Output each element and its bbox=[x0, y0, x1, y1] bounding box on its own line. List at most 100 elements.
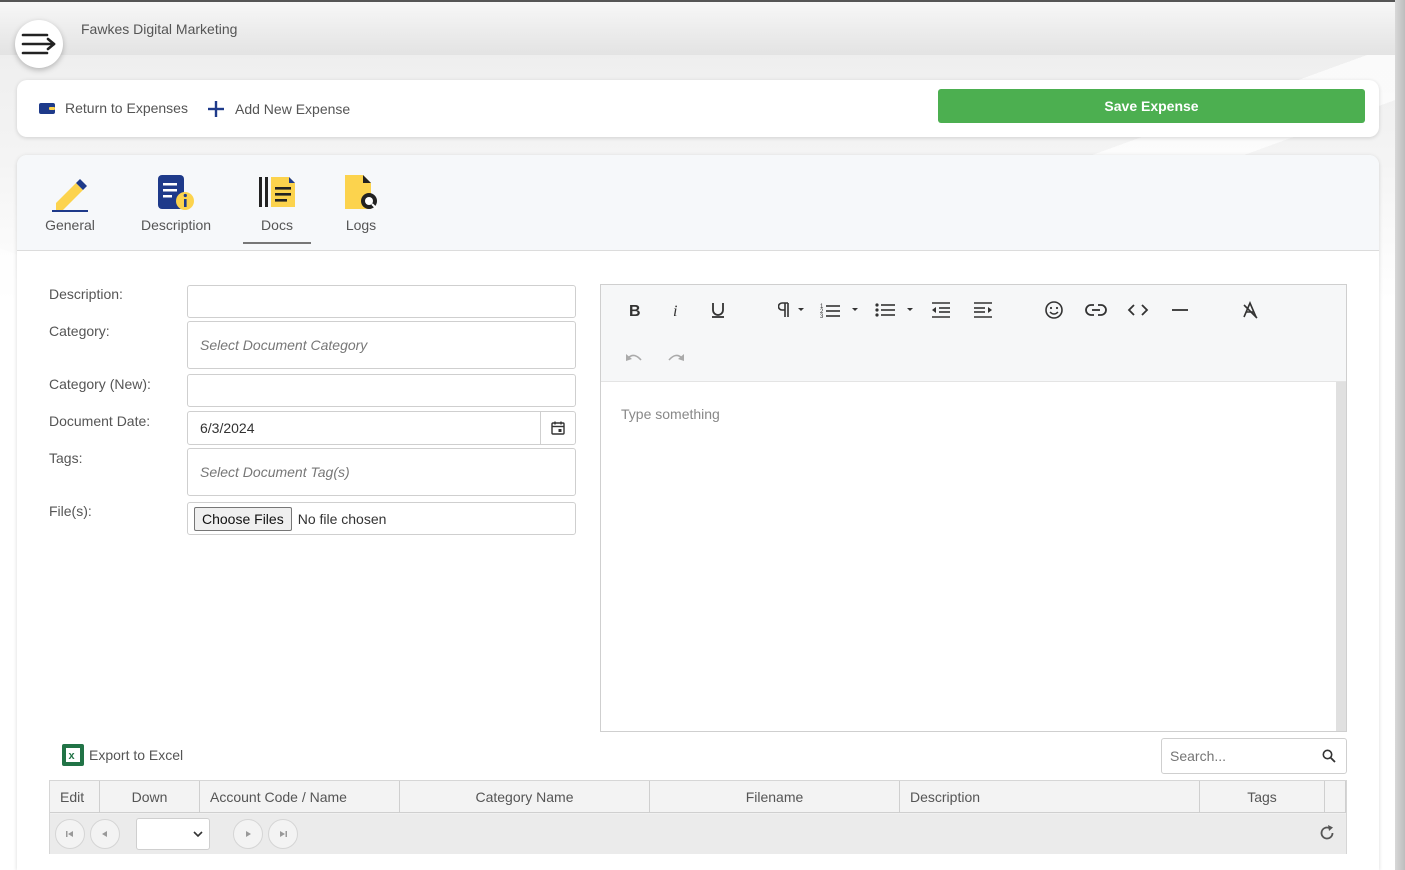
refresh-icon bbox=[1320, 825, 1334, 840]
plus-icon bbox=[208, 101, 224, 117]
bold-button[interactable]: B bbox=[619, 295, 649, 325]
calendar-icon bbox=[551, 421, 565, 435]
editor-placeholder: Type something bbox=[621, 406, 720, 422]
first-page-button[interactable] bbox=[55, 819, 85, 849]
svg-text:x: x bbox=[69, 750, 76, 762]
choose-files-button[interactable]: Choose Files bbox=[194, 506, 292, 531]
italic-button[interactable]: i bbox=[661, 295, 691, 325]
editor-content-area[interactable]: Type something bbox=[601, 382, 1336, 731]
horizontal-rule-button[interactable] bbox=[1165, 295, 1195, 325]
menu-arrow-icon bbox=[21, 33, 56, 55]
save-expense-button[interactable]: Save Expense bbox=[938, 89, 1365, 123]
search-icon[interactable] bbox=[1322, 749, 1336, 763]
grid-search-input[interactable] bbox=[1162, 739, 1322, 773]
undo-icon bbox=[626, 354, 642, 361]
tab-description[interactable]: Description bbox=[136, 172, 216, 244]
pencil-icon bbox=[52, 179, 88, 212]
tags-label: Tags: bbox=[49, 450, 83, 466]
underline-button[interactable] bbox=[703, 295, 733, 325]
file-input[interactable]: Choose Files No file chosen bbox=[187, 502, 576, 535]
return-to-expenses-label: Return to Expenses bbox=[65, 100, 188, 116]
underline-icon bbox=[712, 303, 724, 318]
undo-button[interactable] bbox=[619, 343, 649, 373]
tab-strip: General Description Docs Logs bbox=[17, 155, 1379, 251]
files-label: File(s): bbox=[49, 503, 92, 519]
chevron-down-icon bbox=[193, 831, 203, 838]
clear-format-button[interactable] bbox=[1235, 295, 1265, 325]
top-bar: Fawkes Digital Marketing bbox=[0, 0, 1405, 68]
tab-general-label: General bbox=[45, 217, 95, 233]
export-to-excel-button[interactable]: x Export to Excel bbox=[61, 743, 183, 767]
tab-docs[interactable]: Docs bbox=[243, 172, 311, 244]
link-button[interactable] bbox=[1081, 295, 1111, 325]
add-new-expense-link[interactable]: Add New Expense bbox=[207, 100, 350, 118]
bold-icon: B bbox=[629, 303, 641, 318]
paragraph-format-dropdown[interactable] bbox=[771, 295, 817, 325]
calendar-button[interactable] bbox=[540, 412, 575, 444]
emoji-icon bbox=[1045, 301, 1063, 319]
link-icon bbox=[1085, 304, 1107, 316]
grid-search-box[interactable] bbox=[1161, 738, 1347, 774]
unordered-list-dropdown[interactable] bbox=[872, 295, 918, 325]
description-input[interactable] bbox=[187, 285, 576, 318]
ordered-list-icon: 1 2 3 bbox=[820, 304, 858, 319]
menu-toggle-button[interactable] bbox=[15, 20, 63, 68]
redo-button[interactable] bbox=[661, 343, 691, 373]
clear-format-icon bbox=[1243, 301, 1258, 319]
ordered-list-dropdown[interactable]: 1 2 3 bbox=[817, 295, 863, 325]
svg-text:3: 3 bbox=[820, 314, 824, 319]
tab-general[interactable]: General bbox=[42, 172, 98, 244]
document-date-label: Document Date: bbox=[49, 413, 151, 429]
docs-list-icon bbox=[259, 177, 295, 207]
tab-logs[interactable]: Logs bbox=[339, 172, 383, 244]
main-card: General Description Docs Logs Descriptio… bbox=[17, 155, 1379, 870]
column-header-description[interactable]: Description bbox=[900, 781, 1200, 813]
last-page-button[interactable] bbox=[268, 819, 298, 849]
description-label: Description: bbox=[49, 286, 123, 302]
category-select[interactable]: Select Document Category bbox=[187, 321, 576, 369]
outdent-button[interactable] bbox=[926, 295, 956, 325]
indent-icon bbox=[974, 302, 992, 318]
last-page-icon bbox=[280, 831, 287, 837]
company-name: Fawkes Digital Marketing bbox=[81, 21, 238, 37]
column-header-tags[interactable]: Tags bbox=[1200, 781, 1325, 813]
paragraph-icon bbox=[778, 302, 804, 317]
indent-button[interactable] bbox=[968, 295, 998, 325]
column-header-account[interactable]: Account Code / Name bbox=[200, 781, 400, 813]
editor-toolbar: B i 1 2 3 bbox=[601, 285, 1346, 382]
previous-page-icon bbox=[102, 831, 107, 837]
grid-pager bbox=[50, 814, 1346, 854]
refresh-button[interactable] bbox=[1318, 824, 1336, 847]
grid-header-row: Edit Down Account Code / Name Category N… bbox=[50, 781, 1346, 813]
return-to-expenses-link[interactable]: Return to Expenses bbox=[39, 100, 188, 116]
category-new-input[interactable] bbox=[187, 374, 576, 407]
previous-page-button[interactable] bbox=[90, 819, 120, 849]
no-file-chosen-text: No file chosen bbox=[297, 510, 387, 527]
document-date-value[interactable]: 6/3/2024 bbox=[188, 420, 540, 436]
column-header-edit[interactable]: Edit bbox=[50, 781, 100, 813]
column-header-category[interactable]: Category Name bbox=[400, 781, 650, 813]
outdent-icon bbox=[932, 302, 950, 318]
document-date-picker[interactable]: 6/3/2024 bbox=[187, 411, 576, 445]
next-page-button[interactable] bbox=[233, 819, 263, 849]
emoji-button[interactable] bbox=[1039, 295, 1069, 325]
page-size-select[interactable] bbox=[136, 818, 210, 850]
svg-text:B: B bbox=[629, 303, 641, 318]
document-info-icon bbox=[158, 175, 194, 210]
category-placeholder: Select Document Category bbox=[200, 337, 368, 353]
category-label: Category: bbox=[49, 323, 110, 339]
add-new-expense-label: Add New Expense bbox=[235, 101, 351, 117]
column-header-filename[interactable]: Filename bbox=[650, 781, 900, 813]
tab-description-label: Description bbox=[140, 217, 212, 233]
action-bar: Return to Expenses Add New Expense Save … bbox=[17, 80, 1379, 137]
page-scrollbar[interactable] bbox=[1395, 0, 1405, 870]
wallet-icon bbox=[39, 103, 55, 114]
next-page-icon bbox=[246, 831, 251, 837]
svg-text:i: i bbox=[673, 303, 677, 318]
documents-grid: Edit Down Account Code / Name Category N… bbox=[49, 780, 1347, 854]
column-header-down[interactable]: Down bbox=[100, 781, 200, 813]
horizontal-rule-icon bbox=[1172, 309, 1188, 311]
tags-select[interactable]: Select Document Tag(s) bbox=[187, 448, 576, 496]
code-button[interactable] bbox=[1123, 295, 1153, 325]
editor-scrollbar[interactable] bbox=[1336, 382, 1346, 731]
